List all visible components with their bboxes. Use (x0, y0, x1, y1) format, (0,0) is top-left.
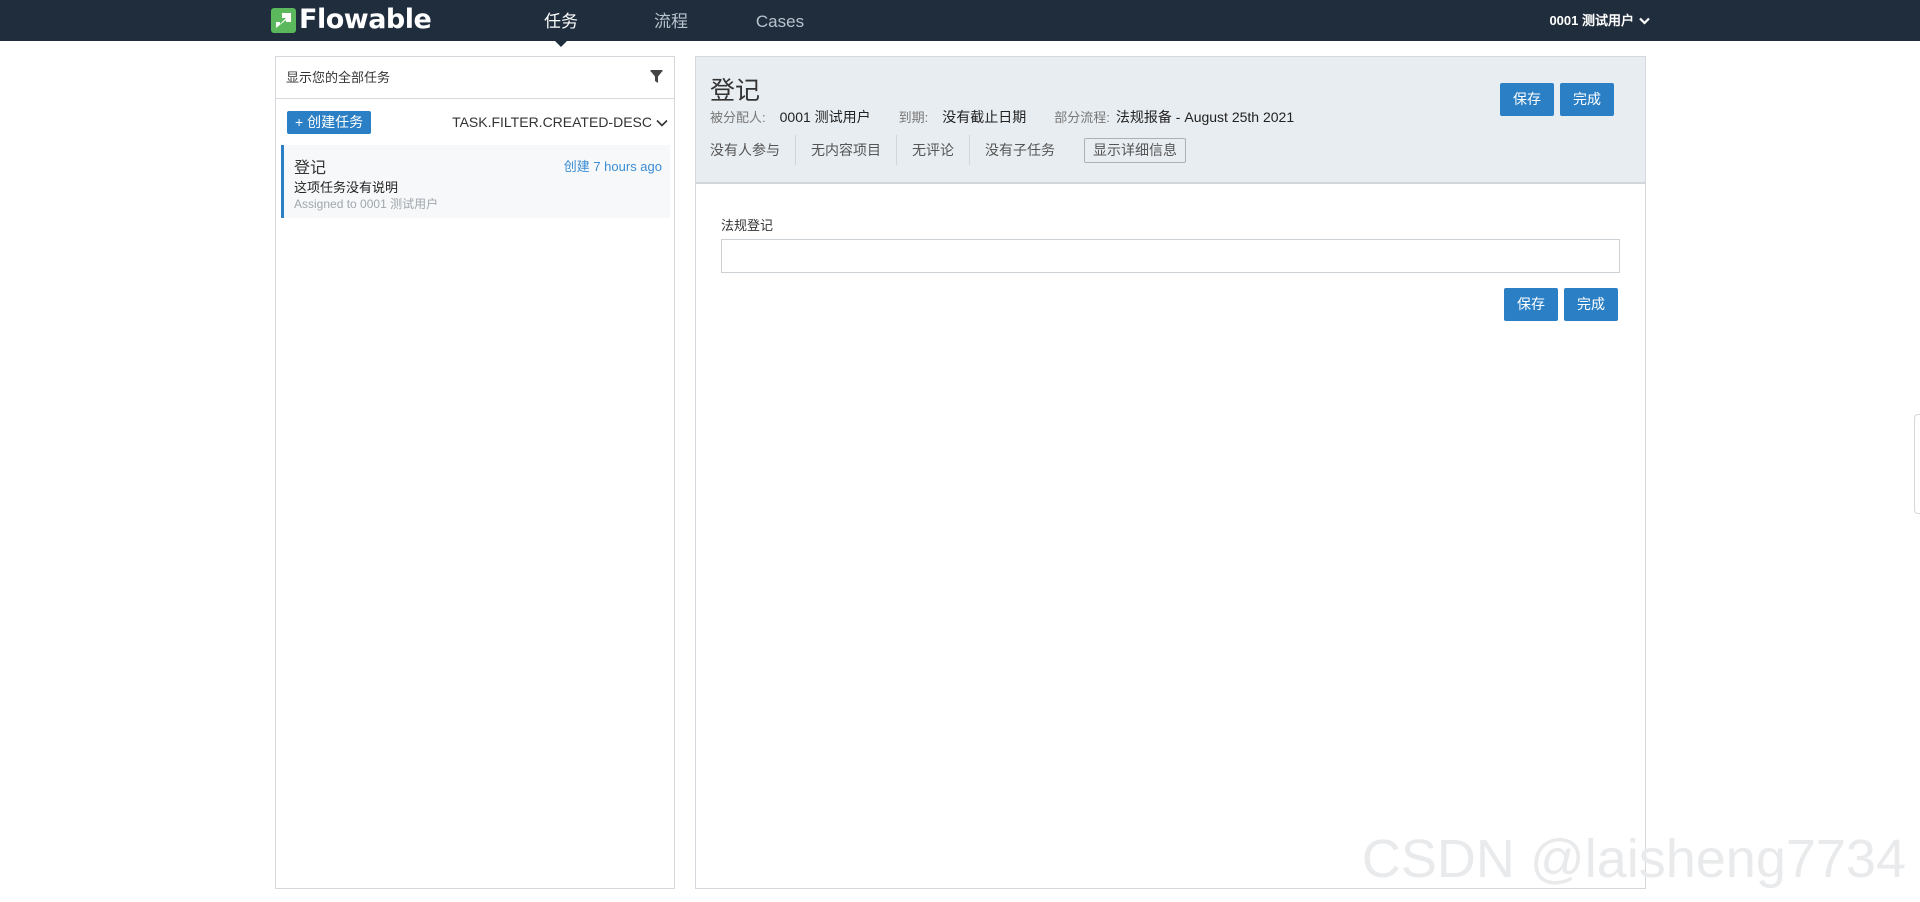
show-details-button[interactable]: 显示详细信息 (1084, 137, 1186, 163)
task-filter-bar[interactable]: 显示您的全部任务 (276, 57, 674, 99)
task-item-description: 这项任务没有说明 (294, 180, 399, 195)
top-navbar: Flowable 任务 流程 Cases 0001 测试用户 (0, 0, 1920, 47)
task-detail-panel: 登记 被分配人: 0001 测试用户 到期: 没有截止日期 部分流程: 法规报备… (695, 56, 1646, 889)
assignee-label: 被分配人: (710, 110, 766, 125)
nav-tab-tasks[interactable]: 任务 (505, 0, 617, 47)
regulation-field-label: 法规登记 (721, 218, 774, 233)
sort-label: TASK.FILTER.CREATED-DESC (452, 114, 652, 130)
due-label: 到期: (898, 110, 929, 125)
task-list-toolbar: + 创建任务 TASK.FILTER.CREATED-DESC (276, 99, 674, 143)
task-title: 登记 (710, 77, 761, 105)
main-nav: 任务 流程 Cases (505, 0, 835, 47)
header-complete-button[interactable]: 完成 (1560, 83, 1614, 116)
sort-select[interactable]: TASK.FILTER.CREATED-DESC (452, 111, 668, 134)
task-header: 登记 被分配人: 0001 测试用户 到期: 没有截止日期 部分流程: 法规报备… (696, 57, 1645, 184)
subtasks-link[interactable]: 没有子任务 (970, 135, 1070, 165)
header-save-button[interactable]: 保存 (1500, 83, 1554, 116)
filter-icon[interactable] (650, 70, 663, 84)
task-item-title: 登记 (294, 160, 327, 177)
task-item-assignee: Assigned to 0001 测试用户 (294, 197, 439, 211)
task-meta: 被分配人: 0001 测试用户 到期: 没有截止日期 部分流程: 法规报备 - … (710, 107, 1322, 127)
nav-tab-processes[interactable]: 流程 (617, 0, 725, 41)
filter-text: 显示您的全部任务 (286, 70, 391, 85)
logo-text: Flowable (299, 4, 432, 35)
assignee-value[interactable]: 0001 测试用户 (780, 107, 871, 127)
due-value[interactable]: 没有截止日期 (942, 107, 1026, 127)
comments-link[interactable]: 无评论 (897, 135, 970, 165)
nav-tab-cases[interactable]: Cases (725, 0, 835, 41)
flowable-logo-icon (271, 7, 296, 33)
regulation-field-input[interactable] (721, 239, 1620, 273)
process-value[interactable]: 法规报备 - August 25th 2021 (1116, 107, 1294, 127)
content-items-link[interactable]: 无内容项目 (796, 135, 897, 165)
user-menu[interactable]: 0001 测试用户 (1549, 0, 1650, 41)
task-item-created: 创建 7 hours ago (563, 159, 662, 174)
user-name: 0001 测试用户 (1549, 12, 1634, 28)
task-list-item[interactable]: 登记 创建 7 hours ago 这项任务没有说明 Assigned to 0… (281, 145, 670, 218)
create-task-button[interactable]: + 创建任务 (287, 111, 372, 134)
process-label: 部分流程: (1054, 110, 1110, 125)
side-drawer-handle[interactable] (1914, 414, 1920, 514)
task-list-panel: 显示您的全部任务 + 创建任务 TASK.FILTER.CREATED-DESC… (275, 56, 675, 889)
chevron-down-icon (1639, 17, 1650, 25)
task-links: 没有人参与 无内容项目 无评论 没有子任务 显示详细信息 (696, 135, 1186, 165)
flowable-logo[interactable]: Flowable (271, 4, 432, 35)
involved-people-link[interactable]: 没有人参与 (696, 135, 796, 165)
chevron-down-icon (656, 119, 668, 127)
form-complete-button[interactable]: 完成 (1564, 288, 1618, 321)
form-save-button[interactable]: 保存 (1504, 288, 1558, 321)
